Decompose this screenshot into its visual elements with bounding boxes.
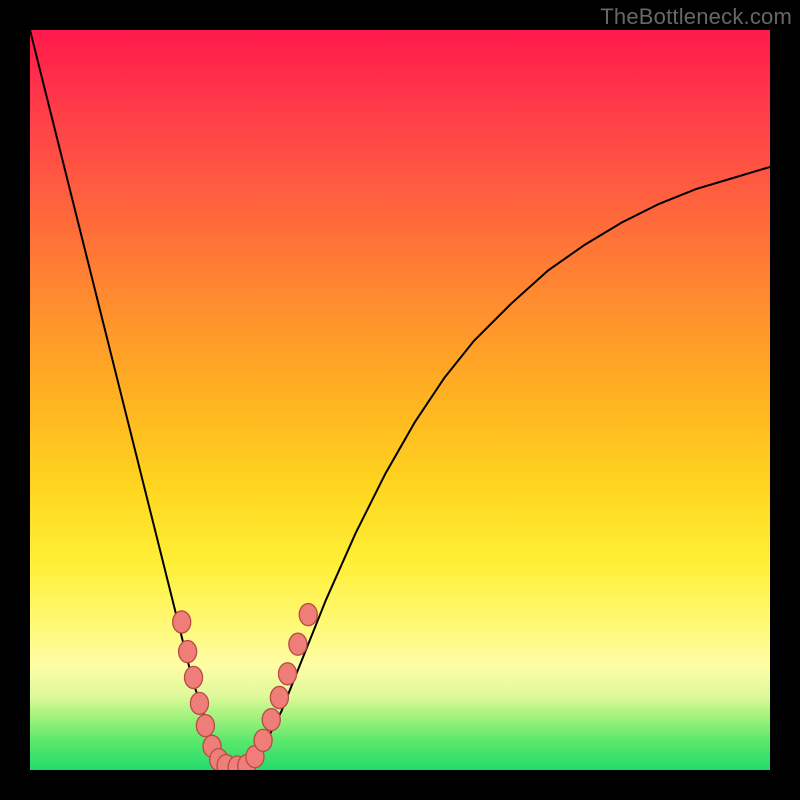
data-marker <box>278 663 296 685</box>
data-marker <box>190 692 208 714</box>
data-marker <box>289 633 307 655</box>
v-curve <box>30 30 770 767</box>
plot-area <box>30 30 770 770</box>
data-marker <box>299 604 317 626</box>
plot-svg <box>30 30 770 770</box>
data-marker <box>196 715 214 737</box>
data-marker <box>270 686 288 708</box>
data-marker <box>179 641 197 663</box>
data-marker <box>254 729 272 751</box>
data-marker <box>173 611 191 633</box>
watermark-text: TheBottleneck.com <box>600 4 792 30</box>
data-markers <box>173 604 318 770</box>
chart-frame: TheBottleneck.com <box>0 0 800 800</box>
data-marker <box>262 709 280 731</box>
data-marker <box>185 666 203 688</box>
